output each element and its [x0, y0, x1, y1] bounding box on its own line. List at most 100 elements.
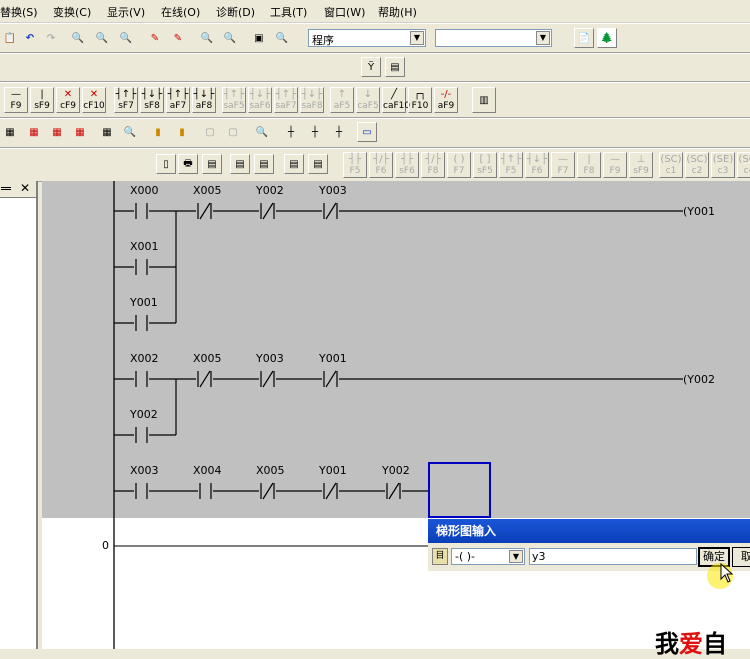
ladder-key-f6[interactable]: ┤↓├ F6 — [525, 152, 549, 178]
parameter-icon[interactable]: ▤ — [385, 57, 405, 77]
pane-header: ✕ — [0, 181, 36, 198]
ladder-key-f8[interactable]: ┤/├ F8 — [421, 152, 445, 178]
ladder-key-sf9[interactable]: ⊥ sF9 — [629, 152, 653, 178]
undo-icon[interactable]: ↶ — [20, 28, 40, 48]
print-icon[interactable]: 🖶 — [178, 154, 198, 174]
ladder-key-sf7[interactable]: ┤↑├ sF7 — [114, 87, 138, 113]
menu-diagnose[interactable]: 诊断(D) — [216, 4, 255, 20]
menu-convert[interactable]: 变换(C) — [53, 4, 91, 20]
menu-bar: 替换(S) 变换(C) 显示(V) 在线(O) 诊断(D) 工具(T) 窗口(W… — [0, 0, 750, 23]
delete-row-icon[interactable]: ┼ — [305, 122, 325, 142]
ladder-view-icon[interactable]: ▦ — [0, 122, 20, 142]
find-instruction-icon[interactable]: 🔍 — [92, 28, 112, 48]
ladder-symbol-icon[interactable]: 目 — [432, 548, 448, 565]
write-plc-icon[interactable]: ✎ — [145, 28, 165, 48]
block-icon[interactable]: ▤ — [254, 154, 274, 174]
ladder-key-sf5[interactable]: [ ] sF5 — [473, 152, 497, 178]
sfc-symbol-toolbar: ▯ 🖶 ▤ ▤ ▤ ▤ ▤ ┤├ F5 ┤/├ F6 ┤├ sF6 ┤/├ F8( ) F7[ … — [0, 148, 750, 182]
mode-select[interactable]: 程序 ▼ — [308, 29, 426, 47]
ladder-symbol-icon: ┤↑├ — [115, 89, 137, 100]
menu-window[interactable]: 窗口(W) — [324, 4, 365, 20]
block-select-icon[interactable]: ▭ — [357, 122, 377, 142]
ladder-key-f10[interactable]: ┌┐ F10 — [408, 87, 432, 113]
insert-column-icon[interactable]: ┼ — [329, 122, 349, 142]
ladder-key-c1[interactable]: (SC) c1 — [659, 152, 683, 178]
zoom-out-icon[interactable]: ▢ — [200, 122, 220, 142]
secondary-select[interactable]: ▼ — [435, 29, 552, 47]
jump-icon[interactable]: ▤ — [284, 154, 304, 174]
redo-icon[interactable]: ↷ — [41, 28, 61, 48]
instruction-type-select[interactable]: -( )- ▼ — [451, 548, 525, 565]
ladder-key-f5[interactable]: ┤├ F5 — [343, 152, 367, 178]
menu-help[interactable]: 帮助(H) — [378, 4, 417, 20]
menu-replace[interactable]: 替换(S) — [0, 4, 38, 20]
ladder-key-saf7[interactable]: ┤↑├ saF7 — [274, 87, 298, 113]
sfc-view-icon[interactable]: ▦ — [47, 122, 67, 142]
ladder-key-f6[interactable]: ┤/├ F6 — [369, 152, 393, 178]
ladder-key-f8[interactable]: | F8 — [577, 152, 601, 178]
ladder-key-caf5[interactable]: ↓ caF5 — [356, 87, 380, 113]
ladder-key-saf5[interactable]: ┤↑├ saF5 — [222, 87, 246, 113]
list-view-icon[interactable]: ▦ — [24, 122, 44, 142]
comment-toggle-icon[interactable]: 📄 — [574, 28, 594, 48]
ladder-key-f7[interactable]: — F7 — [551, 152, 575, 178]
cancel-button[interactable]: 取消 — [732, 547, 750, 567]
device-batch-icon[interactable]: ▣ — [249, 28, 269, 48]
project-tree-icon[interactable]: 🌲 — [597, 28, 617, 48]
ladder-key-label: F9 — [609, 166, 621, 176]
entry-monitor-icon[interactable]: 🔍 — [272, 28, 292, 48]
ladder-key-cf10[interactable]: ✕ cF10 — [82, 87, 106, 113]
plc-write-icon[interactable]: ▮ — [148, 122, 168, 142]
ladder-key-af7[interactable]: ┤↑├ aF7 — [166, 87, 190, 113]
close-icon[interactable]: ✕ — [20, 181, 30, 195]
ladder-key-c4[interactable]: (SC)c4 — [737, 152, 750, 178]
device-memory-icon[interactable]: ▦ — [97, 122, 117, 142]
menu-view[interactable]: 显示(V) — [107, 4, 145, 20]
sequence-icon[interactable]: ▤ — [230, 154, 250, 174]
ladder-key-label: aF8 — [195, 101, 213, 111]
ladder-symbol-icon: -/- — [440, 89, 452, 100]
monitor-device-icon[interactable]: 🔍 — [120, 122, 140, 142]
insert-row-icon[interactable]: ┼ — [281, 122, 301, 142]
ladder-key-f9[interactable]: — F9 — [603, 152, 627, 178]
ladder-key-c2[interactable]: (SC) c2 — [685, 152, 709, 178]
error-check-icon[interactable]: ▤ — [202, 154, 222, 174]
ladder-key-label: saF6 — [249, 101, 271, 111]
zoom-in-icon[interactable]: ▢ — [223, 122, 243, 142]
ladder-symbol-icon: — — [11, 89, 21, 100]
ladder-key-sf9[interactable]: | sF9 — [30, 87, 54, 113]
ladder-key-af5[interactable]: ↑ aF5 — [330, 87, 354, 113]
paste-icon[interactable]: 📋 — [0, 28, 20, 48]
ladder-key-label: sF9 — [34, 101, 50, 111]
plc-read-icon[interactable]: ▮ — [172, 122, 192, 142]
ladder-key-cf9[interactable]: ✕ cF9 — [56, 87, 80, 113]
comment-view-icon[interactable]: ▦ — [70, 122, 90, 142]
branch-icon[interactable]: ▤ — [308, 154, 328, 174]
ladder-key-f9[interactable]: — F9 — [4, 87, 28, 113]
step-icon[interactable]: ▯ — [156, 154, 176, 174]
ladder-key-af9[interactable]: -/- aF9 — [434, 87, 458, 113]
ladder-key-sf6[interactable]: ┤├ sF6 — [395, 152, 419, 178]
search-device-icon[interactable]: 🔍 — [252, 122, 272, 142]
find-step-icon[interactable]: 🔍 — [116, 28, 136, 48]
menu-online[interactable]: 在线(O) — [161, 4, 200, 20]
ladder-symbol-icon: ┤↑├ — [223, 89, 245, 100]
ladder-key-saf8[interactable]: ┤↓├ saF8 — [300, 87, 324, 113]
monitor-start-icon[interactable]: 🔍 — [197, 28, 217, 48]
instruction-input[interactable]: y3 — [529, 548, 697, 565]
ladder-key-sf8[interactable]: ┤↓├ sF8 — [140, 87, 164, 113]
ladder-key-label: saF7 — [275, 101, 297, 111]
ladder-key-saf6[interactable]: ┤↓├ saF6 — [248, 87, 272, 113]
read-plc-icon[interactable]: ✎ — [168, 28, 188, 48]
toolbar-row-2: Ÿ ▤ — [0, 53, 750, 82]
program-list-icon[interactable]: Ÿ — [361, 57, 381, 77]
ladder-key-f5[interactable]: ┤↑├ F5 — [499, 152, 523, 178]
monitor-write-icon[interactable]: 🔍 — [220, 28, 240, 48]
ladder-key-f7[interactable]: ( ) F7 — [447, 152, 471, 178]
ladder-key-af8[interactable]: ┤↓├ aF8 — [192, 87, 216, 113]
ladder-key-c3[interactable]: (SE) c3 — [711, 152, 735, 178]
find-device-icon[interactable]: 🔍 — [68, 28, 88, 48]
menu-tools[interactable]: 工具(T) — [270, 4, 307, 20]
ladder-key-caf10[interactable]: ╱ caF10 — [382, 87, 410, 113]
ladder-mode-icon[interactable]: ▥ — [472, 87, 496, 113]
